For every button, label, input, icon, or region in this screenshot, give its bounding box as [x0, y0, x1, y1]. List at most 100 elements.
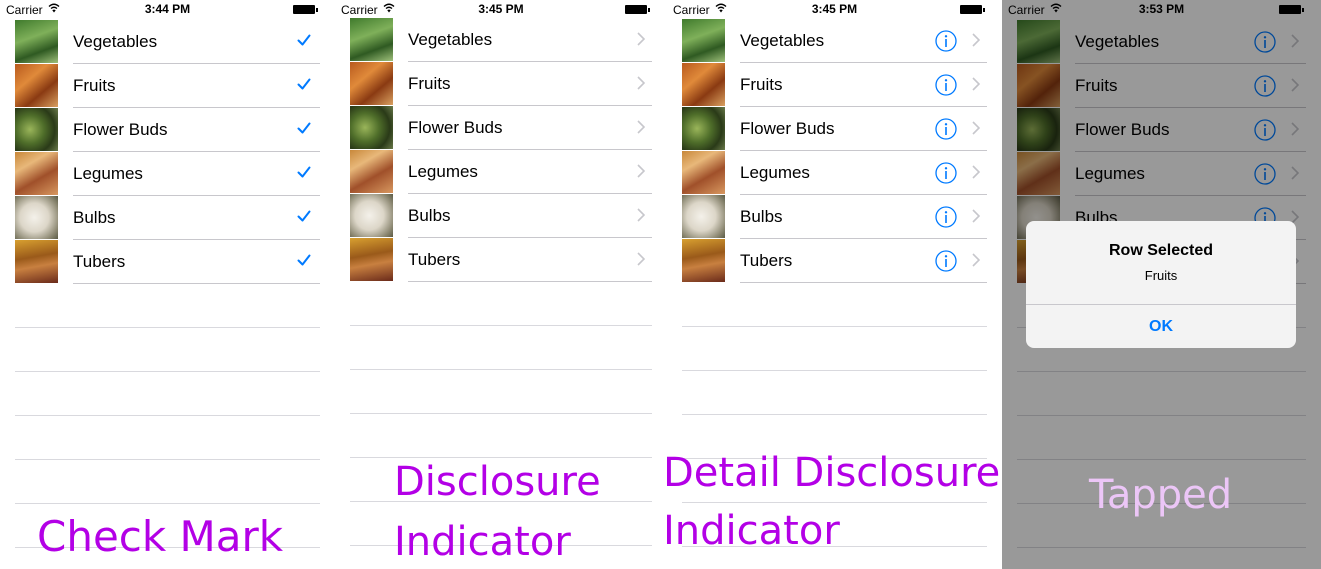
empty-row-separator: [350, 413, 652, 414]
table-view-disclosure: Carrier 3:45 PM Vegetables Fruits Flower B…: [335, 0, 667, 569]
checkmark-icon: [297, 254, 311, 266]
table-row[interactable]: Vegetables: [682, 19, 1002, 63]
empty-row-separator: [15, 371, 320, 372]
chevron-right-icon: [637, 208, 645, 222]
empty-row-separator: [682, 370, 987, 371]
legumes-thumbnail: [15, 152, 58, 195]
chevron-right-icon: [972, 121, 980, 135]
table-row[interactable]: Fruits: [350, 62, 667, 106]
fruits-thumbnail: [15, 64, 58, 107]
row-label: Fruits: [73, 76, 116, 95]
row-label: Fruits: [408, 74, 451, 93]
status-bar: Carrier 3:44 PM: [0, 0, 335, 18]
vegetables-thumbnail: [682, 19, 725, 62]
empty-row-separator: [682, 326, 987, 327]
chevron-right-icon: [637, 32, 645, 46]
row-label: Tubers: [73, 252, 126, 271]
info-button-icon[interactable]: [935, 118, 957, 140]
checkmark-icon: [297, 78, 311, 90]
table-row[interactable]: Flower Buds: [350, 106, 667, 150]
clock: 3:45 PM: [478, 2, 524, 16]
table-row[interactable]: Fruits: [682, 63, 1002, 107]
table-view-tapped: Carrier 3:53 PM Vegetables Fruits Flower B…: [1002, 0, 1321, 569]
checkmark-icon: [297, 34, 311, 46]
table-row[interactable]: Legumes: [682, 151, 1002, 195]
row-separator: [73, 283, 320, 284]
caption-line: Disclosure: [394, 459, 601, 505]
legumes-thumbnail: [350, 150, 393, 193]
table-row[interactable]: Bulbs: [15, 196, 335, 240]
caption-line: Tapped: [1089, 472, 1233, 518]
vegetables-thumbnail: [15, 20, 58, 63]
chevron-right-icon: [637, 76, 645, 90]
caption: Check Mark: [37, 512, 283, 561]
info-button-icon[interactable]: [935, 250, 957, 272]
info-button-icon[interactable]: [935, 162, 957, 184]
row-label: Tubers: [408, 250, 461, 269]
alert-divider: [1026, 304, 1296, 305]
caption-line: Check Mark: [37, 512, 284, 561]
empty-row-separator: [350, 325, 652, 326]
table-row[interactable]: Tubers: [350, 238, 667, 282]
row-label: Vegetables: [740, 31, 825, 50]
clock: 3:44 PM: [144, 2, 191, 16]
checkmark-icon: [297, 122, 311, 134]
row-label: Bulbs: [73, 208, 116, 227]
chevron-right-icon: [972, 77, 980, 91]
empty-row-separator: [15, 503, 320, 504]
caption-line: Indicator: [667, 508, 840, 554]
caption: Disclosure Indicator: [394, 452, 601, 569]
checkmark-icon: [297, 210, 311, 222]
chevron-right-icon: [972, 253, 980, 267]
empty-row-separator: [682, 414, 987, 415]
row-label: Vegetables: [73, 32, 158, 51]
tubers-thumbnail: [350, 238, 393, 281]
table-row[interactable]: Bulbs: [682, 195, 1002, 239]
info-button-icon[interactable]: [935, 206, 957, 228]
table-row[interactable]: Bulbs: [350, 194, 667, 238]
caption: Tapped: [1089, 472, 1232, 518]
caption-line: Detail Disclosure: [667, 450, 1001, 496]
row-label: Bulbs: [408, 206, 451, 225]
status-bar: Carrier 3:45 PM: [335, 0, 667, 18]
info-button-icon[interactable]: [935, 30, 957, 52]
flower-buds-thumbnail: [15, 108, 58, 151]
chevron-right-icon: [972, 33, 980, 47]
table-row[interactable]: Tubers: [682, 239, 1002, 283]
chevron-right-icon: [972, 165, 980, 179]
status-bar: Carrier 3:45 PM: [667, 0, 1002, 18]
row-label: Flower Buds: [740, 119, 835, 138]
table-row[interactable]: Flower Buds: [15, 108, 335, 152]
table-row[interactable]: Legumes: [15, 152, 335, 196]
table-view-detail-disclosure: Carrier 3:45 PM Vegetables Fruits Flower B…: [667, 0, 1002, 569]
bulbs-thumbnail: [682, 195, 725, 238]
table-row[interactable]: Flower Buds: [682, 107, 1002, 151]
caption-line: Indicator: [394, 519, 571, 565]
table-row[interactable]: Vegetables: [15, 20, 335, 64]
tubers-thumbnail: [15, 240, 58, 283]
chevron-right-icon: [637, 164, 645, 178]
row-label: Legumes: [740, 163, 810, 182]
battery-icon: [625, 5, 650, 14]
table-row[interactable]: Legumes: [350, 150, 667, 194]
table-row[interactable]: Tubers: [15, 240, 335, 284]
table-row[interactable]: Vegetables: [350, 18, 667, 62]
row-label: Fruits: [740, 75, 783, 94]
table-view-checkmark: Carrier 3:44 PM Vegetables Fruits Flower B…: [0, 0, 335, 569]
tubers-thumbnail: [682, 239, 725, 282]
battery-icon: [960, 5, 985, 14]
alert-message: Fruits: [1144, 268, 1178, 283]
info-button-icon[interactable]: [935, 74, 957, 96]
bulbs-thumbnail: [350, 194, 393, 237]
ok-button[interactable]: OK: [1026, 318, 1296, 336]
caption: Detail Disclosure Indicator: [667, 444, 1000, 560]
row-label: Vegetables: [408, 30, 493, 49]
checkmark-icon: [297, 166, 311, 178]
table-row[interactable]: Fruits: [15, 64, 335, 108]
bulbs-thumbnail: [15, 196, 58, 239]
chevron-right-icon: [637, 120, 645, 134]
row-label: Legumes: [73, 164, 143, 183]
flower-buds-thumbnail: [682, 107, 725, 150]
row-label: Tubers: [740, 251, 793, 270]
row-separator: [408, 281, 652, 282]
